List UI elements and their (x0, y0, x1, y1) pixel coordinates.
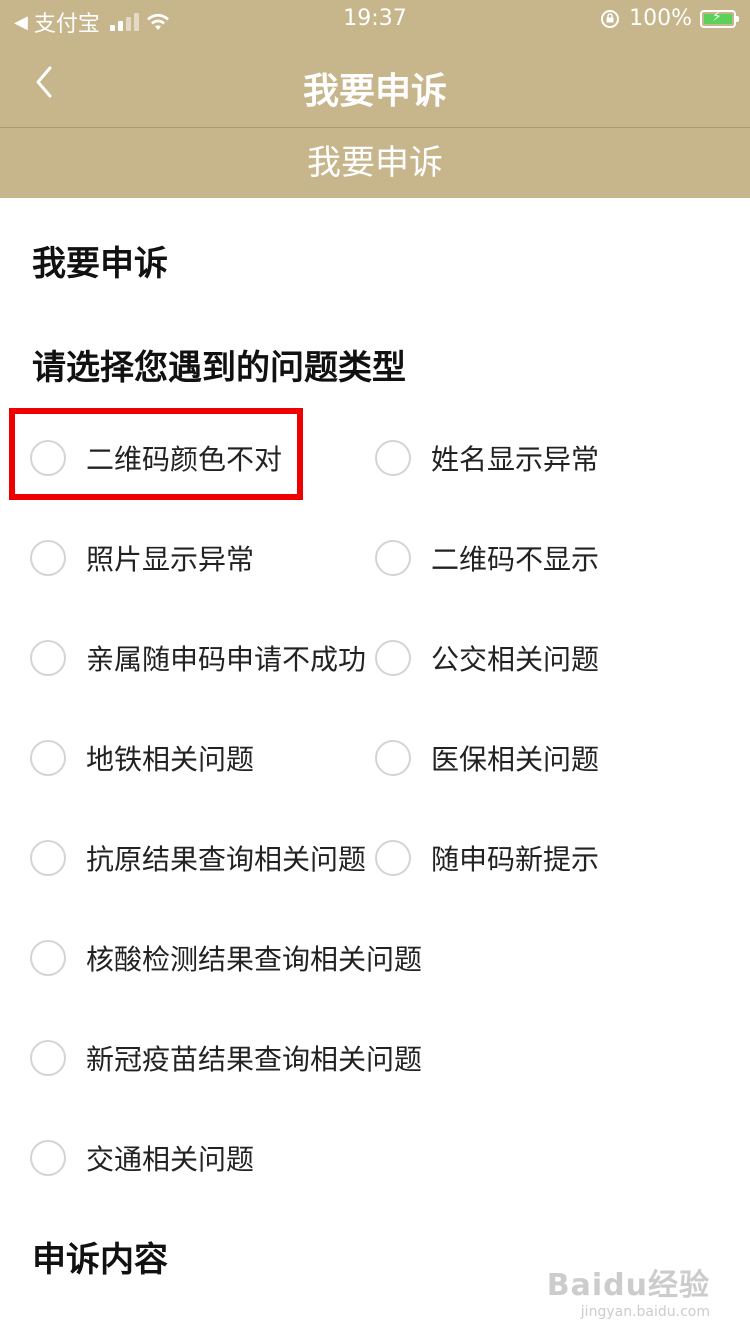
option-row: 抗原结果查询相关问题 随申码新提示 (0, 808, 750, 908)
radio-button[interactable] (30, 840, 66, 876)
status-bar: ◀ 支付宝 19:37 100% (0, 0, 750, 40)
status-right: 100% (599, 6, 739, 31)
option-nucleic-test-result-issues[interactable]: 核酸检测结果查询相关问题 (30, 908, 422, 1008)
radio-button[interactable] (30, 640, 66, 676)
option-qr-not-shown[interactable]: 二维码不显示 (375, 508, 599, 608)
battery-percent: 100% (629, 6, 692, 31)
complaint-content-title: 申诉内容 (32, 1240, 168, 1280)
option-label: 姓名显示异常 (431, 443, 600, 476)
option-label: 医保相关问题 (431, 743, 600, 776)
option-label: 核酸检测结果查询相关问题 (86, 943, 423, 976)
radio-button[interactable] (375, 540, 411, 576)
radio-button[interactable] (375, 640, 411, 676)
option-row: 新冠疫苗结果查询相关问题 (0, 1008, 750, 1108)
option-label: 亲属随申码申请不成功 (86, 643, 367, 676)
watermark-url: jingyan.baidu.com (580, 1304, 710, 1320)
radio-button[interactable] (30, 440, 66, 476)
option-traffic-issues[interactable]: 交通相关问题 (30, 1108, 254, 1208)
option-row: 亲属随申码申请不成功 公交相关问题 (0, 608, 750, 708)
radio-button[interactable] (30, 740, 66, 776)
watermark: Baidu经验 jingyan.baidu.com (547, 1260, 710, 1320)
option-label: 公交相关问题 (431, 643, 600, 676)
option-relative-code-failed[interactable]: 亲属随申码申请不成功 (30, 608, 366, 708)
option-name-display-abnormal[interactable]: 姓名显示异常 (375, 408, 599, 508)
option-qr-color-wrong[interactable]: 二维码颜色不对 (30, 408, 282, 508)
page-title: 我要申诉 (32, 244, 168, 284)
option-photo-display-abnormal[interactable]: 照片显示异常 (30, 508, 254, 608)
radio-button[interactable] (375, 740, 411, 776)
option-label: 地铁相关问题 (86, 743, 255, 776)
option-bus-issues[interactable]: 公交相关问题 (375, 608, 599, 708)
option-row: 核酸检测结果查询相关问题 (0, 908, 750, 1008)
watermark-logo: Baidu经验 (546, 1268, 710, 1303)
option-row: 交通相关问题 (0, 1108, 750, 1208)
option-row: 照片显示异常 二维码不显示 (0, 508, 750, 608)
nav-bar: 我要申诉 (0, 40, 750, 128)
option-row: 二维码颜色不对 姓名显示异常 (0, 408, 750, 508)
radio-button[interactable] (375, 440, 411, 476)
option-label: 二维码颜色不对 (86, 443, 283, 476)
option-medical-insurance-issues[interactable]: 医保相关问题 (375, 708, 599, 808)
option-label: 新冠疫苗结果查询相关问题 (86, 1043, 423, 1076)
problem-type-options: 二维码颜色不对 姓名显示异常 照片显示异常 二维码不显示 亲属随申码申请不成功 … (0, 408, 750, 1208)
option-label: 交通相关问题 (86, 1143, 255, 1176)
option-vaccine-result-issues[interactable]: 新冠疫苗结果查询相关问题 (30, 1008, 422, 1108)
option-metro-issues[interactable]: 地铁相关问题 (30, 708, 254, 808)
battery-icon (700, 9, 739, 28)
orientation-lock-icon (601, 9, 620, 28)
question-type-title: 请选择您遇到的问题类型 (32, 348, 406, 388)
radio-button[interactable] (30, 540, 66, 576)
option-label: 二维码不显示 (431, 543, 600, 576)
nav-title: 我要申诉 (302, 71, 447, 112)
option-antigen-result-issues[interactable]: 抗原结果查询相关问题 (30, 808, 366, 908)
option-label: 抗原结果查询相关问题 (86, 843, 367, 876)
option-new-code-prompt[interactable]: 随申码新提示 (375, 808, 599, 908)
radio-button[interactable] (375, 840, 411, 876)
option-label: 随申码新提示 (431, 843, 600, 876)
radio-button[interactable] (30, 1040, 66, 1076)
option-row: 地铁相关问题 医保相关问题 (0, 708, 750, 808)
sub-header-title: 我要申诉 (0, 128, 750, 198)
radio-button[interactable] (30, 1140, 66, 1176)
option-label: 照片显示异常 (86, 543, 255, 576)
radio-button[interactable] (30, 940, 66, 976)
